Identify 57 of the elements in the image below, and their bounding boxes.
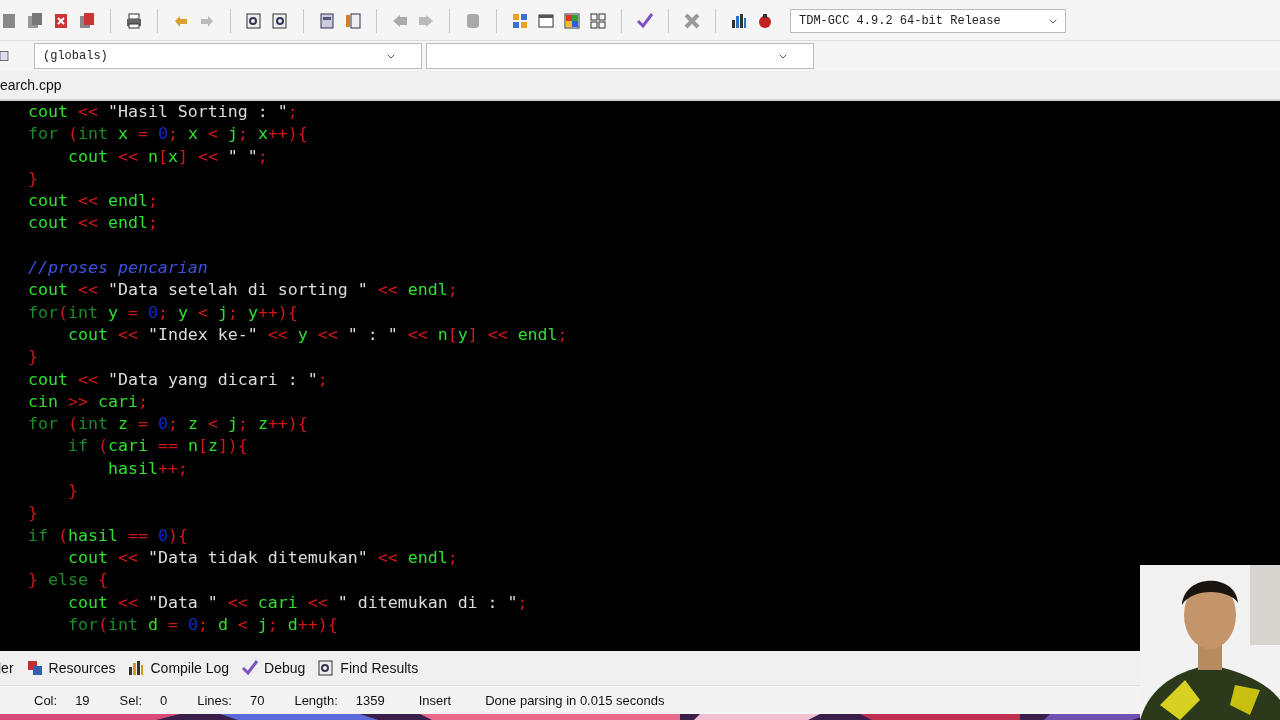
code-line: cout << endl; <box>28 190 158 213</box>
status-label: Insert <box>418 692 452 708</box>
code-line: for (int z = 0; z < j; z++){ <box>28 413 308 436</box>
code-line: for(int d = 0; d < j; d++){ <box>66 613 338 636</box>
code-line: hasil++; <box>106 457 188 480</box>
code-line: cout << "Index ke-" << y << " : " << n[y] << endl; <box>66 323 568 346</box>
code-line: } else { <box>28 569 108 592</box>
status-value: 70 <box>249 692 265 708</box>
close-files-icon[interactable] <box>78 12 96 30</box>
code-line: } <box>66 480 78 503</box>
compiler-dropdown[interactable]: TDM-GCC 4.9.2 64-bit Release <box>790 9 1066 33</box>
code-line: cout << n[x] << " "; <box>66 145 268 168</box>
code-line: for(int y = 0; y < j; y++){ <box>28 301 298 324</box>
code-line: cin >> cari; <box>28 390 148 413</box>
tiles-icon[interactable] <box>589 12 607 30</box>
file-icon[interactable] <box>0 12 18 30</box>
status-value: 0 <box>160 692 168 708</box>
code-line: cout << "Hasil Sorting : "; <box>28 101 298 123</box>
bug-icon[interactable] <box>756 12 774 30</box>
files-icon[interactable] <box>26 12 44 30</box>
cross-icon[interactable] <box>683 12 701 30</box>
check-icon <box>241 659 260 677</box>
panel-tab[interactable]: Find Results <box>317 659 419 677</box>
status-label: Lines: <box>197 692 232 708</box>
status-label: Done parsing in 0.015 seconds <box>485 692 665 708</box>
panel-tab[interactable]: Debug <box>241 659 306 677</box>
code-line: if (cari == n[z]){ <box>66 435 248 458</box>
code-line: } <box>28 167 38 190</box>
code-line: cout << "Data setelah di sorting " << endl; <box>28 279 458 302</box>
scope-dropdown[interactable]: (globals) <box>34 43 422 69</box>
bar-chart-icon <box>127 659 146 677</box>
panel-tab[interactable]: Compile Log <box>127 659 230 677</box>
code-line: cout << endl; <box>28 212 158 235</box>
code-line: //proses pencarian <box>28 257 208 280</box>
check-icon[interactable] <box>636 12 654 30</box>
grid-icon[interactable] <box>511 12 529 30</box>
code-line: cout << "Data tidak ditemukan" << endl; <box>66 546 458 569</box>
close-file-icon[interactable] <box>52 12 70 30</box>
find-icon <box>317 659 336 677</box>
code-line: } <box>28 502 38 525</box>
code-line: for (int x = 0; x < j; x++){ <box>28 123 308 146</box>
window-icon[interactable] <box>537 12 555 30</box>
status-label: Sel: <box>119 692 142 708</box>
bar-chart-icon[interactable] <box>730 12 748 30</box>
code-line: if (hasil == 0){ <box>28 524 188 547</box>
status-label: Length: <box>294 692 338 708</box>
print-icon[interactable] <box>125 12 143 30</box>
status-value: 19 <box>75 692 90 708</box>
status-value: 1359 <box>355 692 385 708</box>
status-label: Col: <box>34 692 58 708</box>
find-icon[interactable] <box>245 12 263 30</box>
code-line: cout << "Data " << cari << " ditemukan di : "; <box>66 591 528 614</box>
colors-icon[interactable] <box>563 12 581 30</box>
panel-tab[interactable]: Resources <box>25 659 116 677</box>
code-line: cout << "Data yang dicari : "; <box>28 368 328 391</box>
resources-icon <box>25 659 44 677</box>
code-line: } <box>28 346 38 369</box>
